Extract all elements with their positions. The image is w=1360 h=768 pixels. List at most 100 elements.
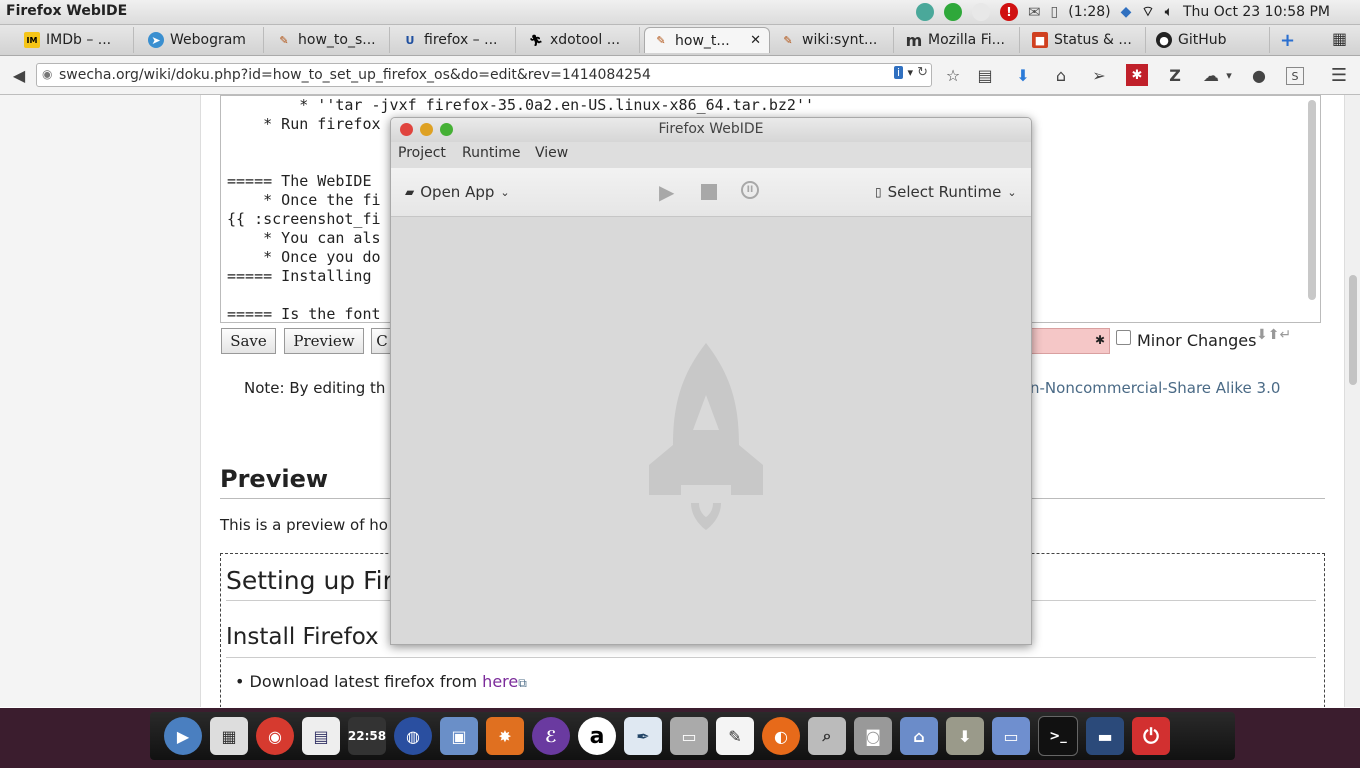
accessibility-icon[interactable]: [943, 3, 962, 21]
select-runtime-button[interactable]: ▯ Select Runtime ⌄: [875, 183, 1017, 201]
select-runtime-label: Select Runtime: [887, 183, 1002, 201]
text-editor-icon[interactable]: ✎: [716, 717, 754, 755]
globe-icon[interactable]: ◉: [42, 67, 52, 81]
firefox-icon[interactable]: ◐: [762, 717, 800, 755]
navigation-bar: ◀ ◉ swecha.org/wiki/doku.php?id=how_to_s…: [0, 56, 1360, 95]
code-line: * Once you do: [227, 248, 381, 266]
terminal-icon[interactable]: >_: [1038, 716, 1078, 756]
dropbox-icon[interactable]: ◆: [1121, 4, 1132, 20]
addon-dropdown-icon[interactable]: ▾: [1218, 64, 1240, 86]
open-app-button[interactable]: ▰ Open App ⌄: [405, 183, 510, 201]
camera-folder-icon[interactable]: ◙: [854, 717, 892, 755]
desktop-icon[interactable]: ▬: [1086, 717, 1124, 755]
system-top-bar: Firefox WebIDE ! ✉ ▯ (1:28) ◆ ⌔ 🔈︎ Thu O…: [0, 0, 1360, 25]
tab-firefox[interactable]: U firefox – ...: [394, 27, 516, 53]
info-icon[interactable]: i: [893, 66, 903, 79]
alert-icon[interactable]: !: [999, 3, 1018, 21]
files-folder-icon[interactable]: ▭: [992, 717, 1030, 755]
scrollbar-thumb[interactable]: [1349, 275, 1357, 385]
webide-titlebar[interactable]: Firefox WebIDE: [391, 118, 1031, 142]
tab-list-icon[interactable]: ▦: [1332, 29, 1347, 48]
code-line: * ''tar -jvxf firefox-35.0a2.en-US.linux…: [227, 96, 814, 114]
bookmark-star-icon[interactable]: ☆: [942, 64, 964, 86]
tab-label: how_to_s...: [298, 32, 376, 48]
dropdown-arrow-icon[interactable]: ▾: [907, 66, 913, 79]
downloads-icon[interactable]: ⬇: [1012, 64, 1034, 86]
home-folder-icon[interactable]: ⌂: [900, 717, 938, 755]
scanner-icon[interactable]: ▭: [670, 717, 708, 755]
telegram-icon: ➤: [148, 32, 164, 48]
chrome-icon[interactable]: ◉: [256, 717, 294, 755]
tab-status[interactable]: ■ Status & ...: [1024, 27, 1146, 53]
menu-view[interactable]: View: [535, 145, 568, 161]
mail-icon[interactable]: ✉: [1028, 3, 1041, 21]
menu-project[interactable]: Project: [398, 145, 446, 161]
tab-mozilla[interactable]: m Mozilla Fi...: [898, 27, 1020, 53]
anki-icon[interactable]: a: [578, 717, 616, 755]
save-button[interactable]: Save: [221, 328, 276, 354]
clear-icon[interactable]: ✱: [1095, 333, 1105, 347]
burst-app-icon[interactable]: ✸: [486, 717, 524, 755]
zotero-icon[interactable]: Z: [1164, 64, 1186, 86]
window-manager-icon[interactable]: ▣: [440, 717, 478, 755]
open-app-label: Open App: [420, 183, 495, 201]
sync-icon[interactable]: [915, 3, 934, 21]
reload-icon[interactable]: ↻: [917, 65, 928, 80]
editor-scrollbar[interactable]: [1308, 100, 1316, 300]
home-icon[interactable]: ⌂: [1050, 64, 1072, 86]
tab-wiki-syntax[interactable]: ✎ wiki:synt...: [772, 27, 894, 53]
phone-icon: ▯: [875, 185, 882, 199]
arrows-icon[interactable]: ⬇⬆↵: [1256, 327, 1291, 343]
dock: ▶ ▦ ◉ ▤ 22:58 ◍ ▣ ✸ ℰ a ✒ ▭ ✎ ◐ ⌕ ◙ ⌂ ⬇ …: [150, 712, 1235, 760]
send-icon[interactable]: ➢: [1088, 64, 1110, 86]
tab-webogram[interactable]: ➤ Webogram: [140, 27, 264, 53]
new-tab-button[interactable]: +: [1280, 30, 1295, 51]
here-link[interactable]: here: [482, 672, 518, 691]
tab-github[interactable]: ● GitHub: [1148, 27, 1270, 53]
back-button[interactable]: ◀: [8, 64, 30, 86]
tab-imdb[interactable]: IM IMDb – ...: [16, 27, 134, 53]
install-heading: Install Firefox: [226, 624, 379, 650]
network-globe-icon[interactable]: ◍: [394, 717, 432, 755]
wifi-icon[interactable]: ⌔: [1141, 3, 1154, 21]
battery-icon[interactable]: ▯: [1051, 4, 1059, 20]
tab-how-to-set[interactable]: ✎ how_to_s...: [268, 27, 390, 53]
divider: [226, 657, 1316, 658]
reading-list-icon[interactable]: ▤: [974, 64, 996, 86]
chat-icon[interactable]: ●: [1248, 64, 1270, 86]
volume-icon[interactable]: 🔈︎: [1165, 4, 1173, 20]
close-tab-icon[interactable]: ✕: [750, 33, 761, 48]
dock-clock[interactable]: 22:58: [348, 717, 386, 755]
power-icon[interactable]: ⏻: [1132, 717, 1170, 755]
play-icon[interactable]: ▶: [659, 180, 674, 204]
tab-xdotool[interactable]: 🏃︎ xdotool ...: [520, 27, 640, 53]
preview-button[interactable]: Preview: [284, 328, 364, 354]
external-link-icon: ⧉: [518, 676, 527, 690]
preview-intro: This is a preview of ho: [220, 516, 388, 534]
tab-label: Mozilla Fi...: [928, 32, 1005, 48]
search-icon[interactable]: ⌕: [808, 717, 846, 755]
active-window-title: Firefox WebIDE: [6, 3, 128, 19]
media-player-icon[interactable]: ▶: [164, 717, 202, 755]
s-addon-icon[interactable]: S: [1286, 67, 1304, 85]
tab-label: Webogram: [170, 32, 246, 48]
addon-asterisk-icon[interactable]: ✱: [1126, 64, 1148, 86]
menu-runtime[interactable]: Runtime: [462, 145, 520, 161]
code-line: ===== Is the font: [227, 305, 381, 323]
minor-changes-checkbox[interactable]: [1116, 330, 1131, 345]
downloads-folder-icon[interactable]: ⬇: [946, 717, 984, 755]
license-link[interactable]: n-Noncommercial-Share Alike 3.0: [1030, 379, 1280, 397]
calculator-icon[interactable]: ▦: [210, 717, 248, 755]
wiki-icon: ✎: [783, 33, 793, 47]
pause-icon[interactable]: II: [741, 181, 759, 199]
menu-hamburger-icon[interactable]: ☰: [1328, 64, 1350, 86]
clock[interactable]: Thu Oct 23 10:58 PM: [1183, 4, 1330, 20]
emacs-icon[interactable]: ℰ: [532, 717, 570, 755]
stop-icon[interactable]: [701, 184, 717, 200]
document-viewer-icon[interactable]: ▤: [302, 717, 340, 755]
tab-how-to-active[interactable]: ✎ how_t... ✕: [644, 27, 770, 53]
url-bar[interactable]: ◉ swecha.org/wiki/doku.php?id=how_to_set…: [36, 63, 932, 87]
edit-summary-input[interactable]: ✱: [1030, 328, 1110, 354]
page-scrollbar[interactable]: [1344, 95, 1360, 707]
libreoffice-icon[interactable]: ✒: [624, 717, 662, 755]
